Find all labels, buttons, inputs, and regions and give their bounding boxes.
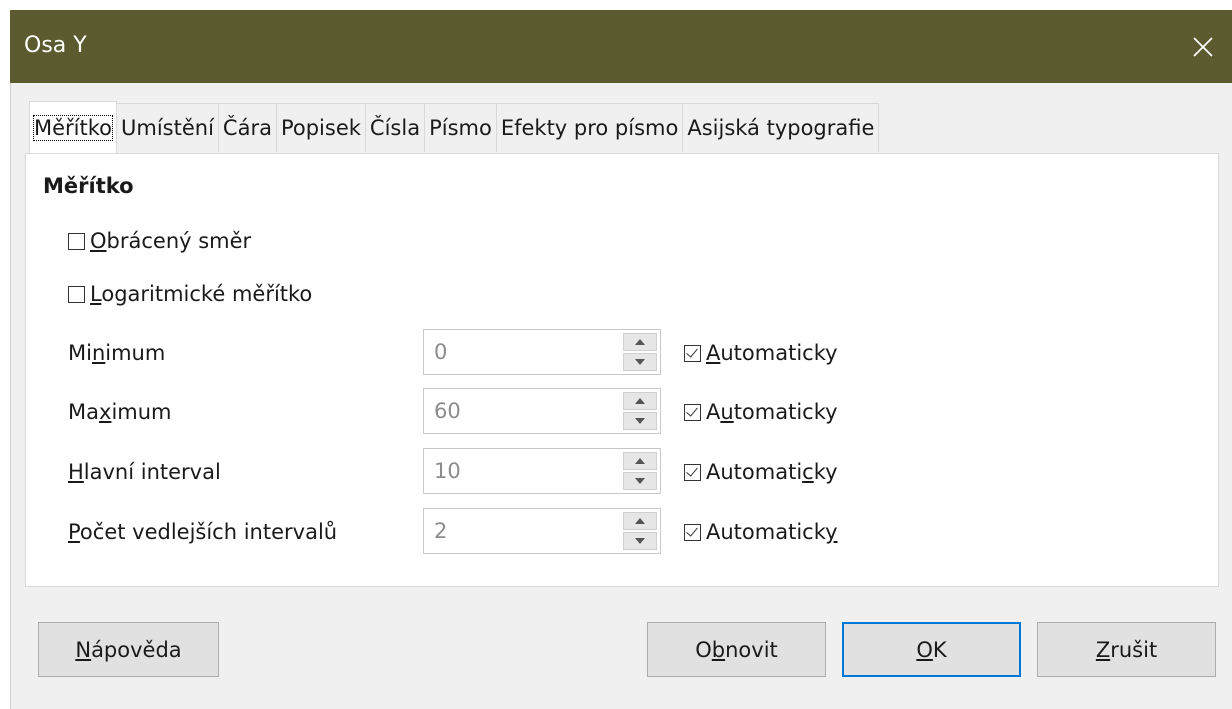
minimum-auto-checkbox[interactable]: Automaticky xyxy=(684,341,838,365)
section-heading: Měřítko xyxy=(43,174,134,198)
dialog-body: Měřítko Umístění Čára Popisek Čísla Písm… xyxy=(10,83,1232,709)
major-interval-auto-checkbox[interactable]: Automaticky xyxy=(684,460,838,484)
decrement-button[interactable] xyxy=(623,353,657,371)
tab-numbers[interactable]: Čísla xyxy=(364,103,426,152)
maximum-label: Maximum xyxy=(68,400,172,424)
close-button[interactable] xyxy=(1174,10,1232,83)
checkbox-box xyxy=(68,232,85,250)
increment-button[interactable] xyxy=(623,512,657,530)
auto-label: Automaticky xyxy=(706,400,838,424)
reverse-direction-label: Obrácený směr xyxy=(90,229,252,253)
maximum-spinbox[interactable]: 60 xyxy=(423,388,661,434)
arrow-down-icon xyxy=(635,478,645,484)
tab-font[interactable]: Písmo xyxy=(424,103,497,152)
checkbox-box xyxy=(684,523,701,541)
maximum-value: 60 xyxy=(434,399,461,423)
auto-label: Automaticky xyxy=(706,460,838,484)
arrow-up-icon xyxy=(635,339,645,345)
scale-panel: Měřítko Obrácený směr Logaritmické měřít… xyxy=(25,153,1219,587)
minor-interval-count-spinbox[interactable]: 2 xyxy=(423,508,661,554)
cancel-button[interactable]: Zrušit xyxy=(1037,622,1216,677)
window-title: Osa Y xyxy=(24,33,87,58)
tab-position[interactable]: Umístění xyxy=(116,103,219,152)
minor-interval-count-auto-checkbox[interactable]: Automaticky xyxy=(684,520,838,544)
logarithmic-scale-label: Logaritmické měřítko xyxy=(90,282,313,306)
major-interval-spinbox[interactable]: 10 xyxy=(423,448,661,494)
auto-label: Automaticky xyxy=(706,520,838,544)
help-button-label: Nápověda xyxy=(75,637,182,662)
tab-asian-typography[interactable]: Asijská typografie xyxy=(682,103,880,152)
tab-scale[interactable]: Měřítko xyxy=(29,101,118,154)
checkbox-box xyxy=(684,344,701,362)
increment-button[interactable] xyxy=(623,452,657,470)
tab-bar: Měřítko Umístění Čára Popisek Čísla Písm… xyxy=(29,101,880,154)
arrow-down-icon xyxy=(635,538,645,544)
minimum-value: 0 xyxy=(434,340,448,364)
reverse-direction-checkbox[interactable]: Obrácený směr xyxy=(68,229,251,253)
close-icon xyxy=(1193,36,1213,57)
reset-button-label: Obnovit xyxy=(695,637,778,662)
auto-label: Automaticky xyxy=(706,341,838,365)
ok-button-label: OK xyxy=(916,637,947,662)
logarithmic-scale-checkbox[interactable]: Logaritmické měřítko xyxy=(68,282,312,306)
cancel-button-label: Zrušit xyxy=(1095,637,1158,662)
decrement-button[interactable] xyxy=(623,532,657,550)
arrow-down-icon xyxy=(635,418,645,424)
tab-font-effects[interactable]: Efekty pro písmo xyxy=(495,103,684,152)
reset-button[interactable]: Obnovit xyxy=(647,622,826,677)
major-interval-label: Hlavní interval xyxy=(68,460,221,484)
major-interval-value: 10 xyxy=(434,459,461,483)
checkbox-box xyxy=(68,285,85,303)
arrow-up-icon xyxy=(635,458,645,464)
maximum-auto-checkbox[interactable]: Automaticky xyxy=(684,400,838,424)
checkbox-box xyxy=(684,463,701,481)
arrow-up-icon xyxy=(635,518,645,524)
ok-button[interactable]: OK xyxy=(842,622,1021,677)
checkbox-box xyxy=(684,403,701,421)
minimum-label: Minimum xyxy=(68,341,166,365)
arrow-down-icon xyxy=(635,359,645,365)
minor-interval-count-value: 2 xyxy=(434,519,448,543)
tab-label[interactable]: Popisek xyxy=(275,103,366,152)
arrow-up-icon xyxy=(635,398,645,404)
increment-button[interactable] xyxy=(623,392,657,410)
tab-line[interactable]: Čára xyxy=(217,103,277,152)
minimum-spinbox[interactable]: 0 xyxy=(423,329,661,375)
title-bar: Osa Y xyxy=(10,10,1232,83)
help-button[interactable]: Nápověda xyxy=(38,622,219,677)
minor-interval-count-label: Počet vedlejších intervalů xyxy=(68,520,338,544)
increment-button[interactable] xyxy=(623,333,657,351)
decrement-button[interactable] xyxy=(623,412,657,430)
decrement-button[interactable] xyxy=(623,472,657,490)
